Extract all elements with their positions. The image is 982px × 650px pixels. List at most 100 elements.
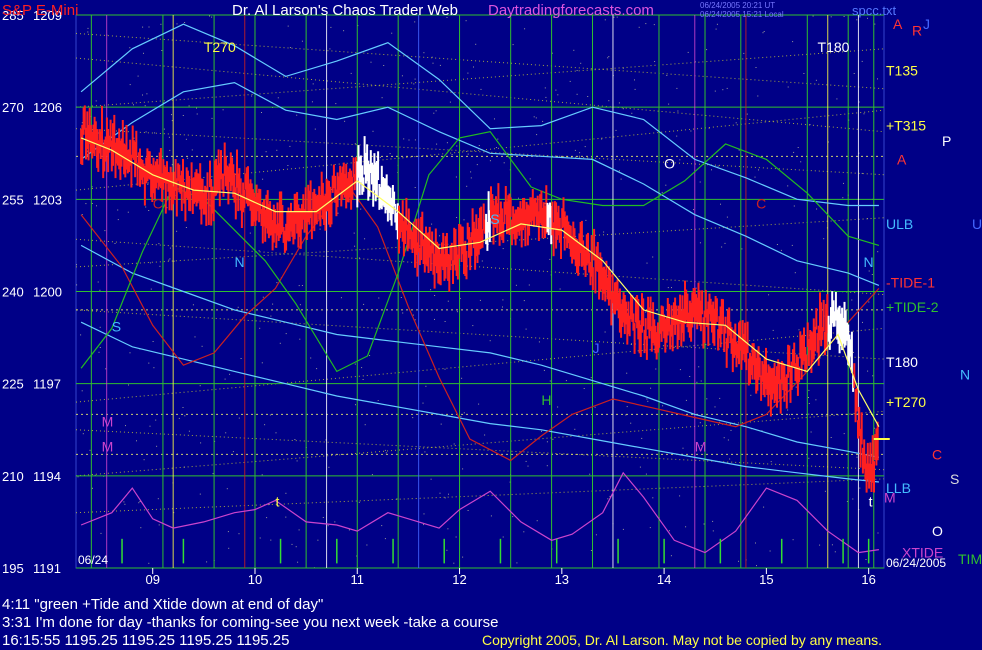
background-dot: [412, 417, 414, 419]
background-dot: [379, 156, 381, 158]
background-dot: [755, 67, 757, 68]
background-dot: [682, 447, 684, 449]
band-line: [80, 321, 879, 483]
background-dot: [715, 28, 717, 30]
background-dot: [793, 151, 795, 153]
background-dot: [77, 476, 79, 478]
background-dot: [358, 501, 360, 503]
background-dot: [524, 28, 526, 30]
background-dot: [185, 138, 187, 140]
background-dot: [525, 460, 527, 462]
background-dot: [842, 197, 844, 199]
background-dot: [456, 217, 458, 218]
background-dot: [370, 61, 372, 63]
background-dot: [259, 327, 261, 329]
background-dot: [515, 284, 517, 286]
background-dot: [196, 113, 198, 115]
background-dot: [565, 380, 567, 382]
background-dot: [573, 49, 575, 51]
background-dot: [792, 41, 794, 43]
background-dot: [329, 48, 331, 50]
background-dot: [503, 162, 505, 164]
background-dot: [470, 177, 472, 179]
background-dot: [168, 259, 170, 261]
background-dot: [414, 139, 416, 141]
background-dot: [400, 297, 402, 298]
background-dot: [96, 205, 97, 207]
background-dot: [585, 219, 587, 221]
site-link[interactable]: Daytradingforecasts.com: [488, 2, 654, 19]
background-dot: [711, 169, 712, 171]
background-dot: [129, 47, 131, 49]
background-dot: [173, 260, 175, 262]
background-dot: [364, 238, 366, 240]
background-dot: [261, 474, 263, 476]
background-dot: [76, 284, 78, 286]
background-dot: [851, 299, 853, 301]
background-dot: [574, 149, 576, 151]
note-line-2: 3:31 I'm done for day -thanks for coming…: [2, 614, 499, 631]
background-dot: [350, 72, 352, 74]
background-dot: [413, 83, 415, 85]
background-dot: [856, 19, 858, 21]
background-dot: [169, 149, 171, 151]
background-dot: [378, 297, 380, 299]
background-dot: [199, 493, 201, 495]
x-tick-label: 16: [861, 572, 875, 587]
flux-label-right: U: [972, 216, 982, 232]
background-dot: [279, 342, 281, 344]
background-dot: [466, 185, 468, 187]
background-dot: [317, 539, 319, 541]
background-dot: [337, 212, 339, 214]
background-dot: [148, 362, 150, 364]
background-dot: [830, 437, 832, 438]
background-dot: [495, 147, 497, 148]
background-dot: [589, 473, 591, 475]
background-dot: [117, 219, 119, 221]
background-dot: [240, 358, 242, 359]
background-dot: [384, 449, 386, 451]
background-dot: [133, 104, 134, 106]
background-dot: [541, 430, 542, 432]
flux-label: M: [102, 414, 114, 430]
background-dot: [819, 544, 821, 546]
background-dot: [92, 487, 93, 489]
background-dot: [228, 547, 230, 549]
flux-label: t: [275, 494, 279, 510]
background-dot: [171, 114, 172, 116]
background-dot: [447, 528, 449, 530]
background-dot: [275, 432, 277, 434]
background-dot: [523, 300, 525, 302]
background-dot: [497, 138, 499, 140]
background-dot: [430, 289, 432, 291]
background-dot: [647, 400, 649, 402]
flux-label: O: [664, 156, 675, 172]
flux-label: H: [541, 392, 551, 408]
background-dot: [91, 203, 93, 204]
background-dot: [125, 425, 126, 427]
background-dot: [353, 232, 355, 234]
background-dot: [641, 437, 643, 439]
background-dot: [843, 433, 845, 435]
background-dot: [523, 531, 525, 533]
background-dot: [587, 96, 589, 97]
background-dot: [512, 44, 514, 46]
background-dot: [645, 311, 647, 313]
background-dot: [502, 536, 504, 538]
background-dot: [412, 314, 414, 316]
background-dot: [249, 232, 251, 234]
background-dot: [743, 52, 745, 54]
background-dot: [291, 543, 293, 545]
background-dot: [671, 287, 672, 289]
background-dot: [727, 439, 729, 441]
background-dot: [714, 90, 716, 92]
background-dot: [366, 544, 368, 546]
background-dot: [446, 142, 448, 144]
y-tick-right: 1206: [33, 100, 62, 115]
background-dot: [546, 441, 548, 443]
background-dot: [97, 281, 99, 283]
background-dot: [543, 369, 545, 371]
background-dot: [414, 78, 416, 80]
background-dot: [667, 287, 669, 289]
background-dot: [595, 534, 597, 536]
